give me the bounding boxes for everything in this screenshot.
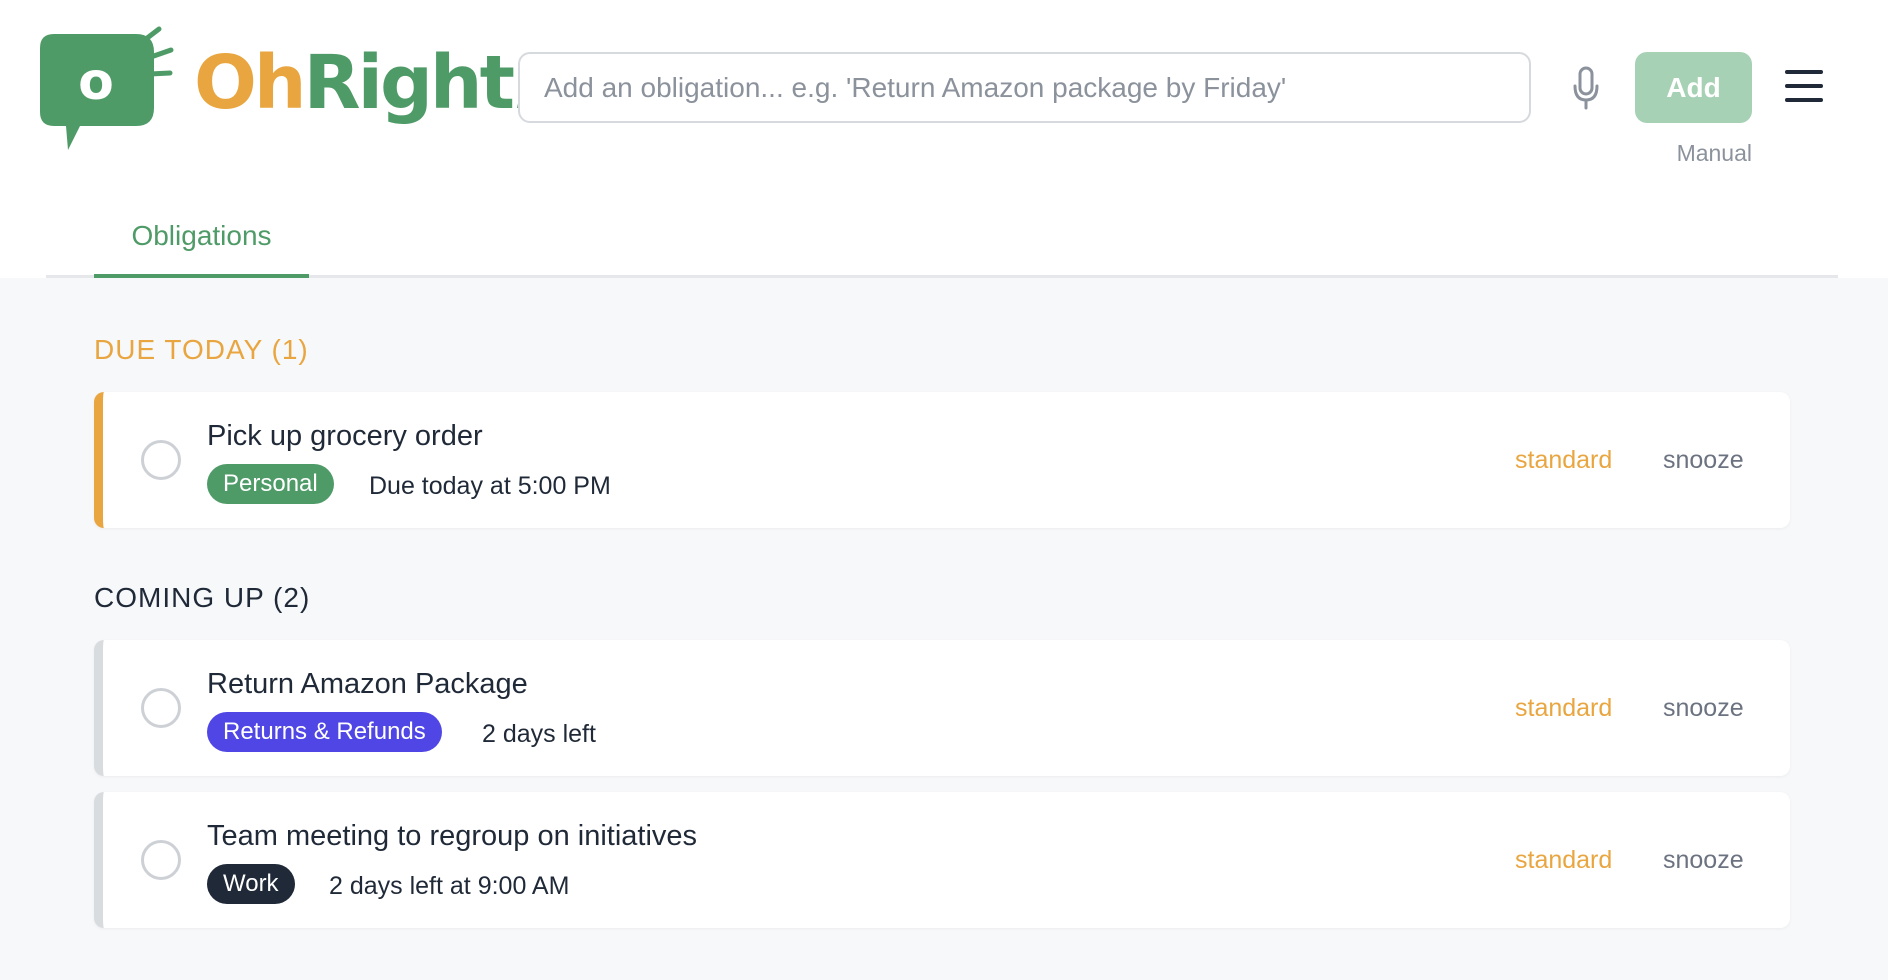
tab-bar: Obligations	[46, 188, 1838, 278]
tag-badge: Personal	[207, 464, 334, 504]
obligation-card: Pick up grocery order Personal Due today…	[94, 392, 1790, 528]
complete-checkbox[interactable]	[141, 840, 181, 880]
priority-button[interactable]: standard	[1515, 846, 1612, 875]
tag-badge: Returns & Refunds	[207, 712, 442, 752]
obligation-title: Return Amazon Package	[207, 668, 528, 700]
app-logo-text: OhRight!	[194, 40, 546, 126]
obligation-card: Return Amazon Package Returns & Refunds …	[94, 640, 1790, 776]
priority-button[interactable]: standard	[1515, 446, 1612, 475]
logo-oh: Oh	[194, 40, 307, 126]
section-title-due-today: DUE TODAY (1)	[94, 334, 309, 365]
tab-label: Obligations	[131, 220, 272, 251]
speech-bubble-logo-icon: o	[40, 26, 174, 150]
menu-line	[1785, 98, 1823, 102]
due-text: Due today at 5:00 PM	[369, 472, 611, 500]
obligation-card: Team meeting to regroup on initiatives W…	[94, 792, 1790, 928]
tab-obligations[interactable]: Obligations	[94, 218, 309, 278]
complete-checkbox[interactable]	[141, 688, 181, 728]
logo-bubble-letter: o	[78, 52, 114, 112]
obligation-input[interactable]	[518, 52, 1531, 123]
section-title-coming-up: COMING UP (2)	[94, 582, 311, 613]
due-text: 2 days left at 9:00 AM	[329, 872, 570, 900]
menu-line	[1785, 70, 1823, 74]
snooze-button[interactable]: snooze	[1663, 846, 1744, 875]
obligation-title: Team meeting to regroup on initiatives	[207, 820, 698, 852]
obligation-title: Pick up grocery order	[207, 420, 483, 452]
priority-button[interactable]: standard	[1515, 694, 1612, 723]
microphone-icon	[1573, 66, 1599, 110]
complete-checkbox[interactable]	[141, 440, 181, 480]
logo-right: Right	[303, 40, 515, 126]
app-header: o OhRight! Add Manual Obligations	[0, 0, 1888, 278]
add-button[interactable]: Add	[1635, 52, 1752, 123]
hamburger-menu-icon[interactable]	[1784, 68, 1824, 104]
menu-line	[1785, 84, 1823, 88]
microphone-button[interactable]	[1566, 62, 1606, 114]
due-text: 2 days left	[482, 720, 596, 748]
snooze-button[interactable]: snooze	[1663, 446, 1744, 475]
snooze-button[interactable]: snooze	[1663, 694, 1744, 723]
input-mode-label[interactable]: Manual	[1640, 140, 1752, 167]
tag-badge: Work	[207, 864, 295, 904]
